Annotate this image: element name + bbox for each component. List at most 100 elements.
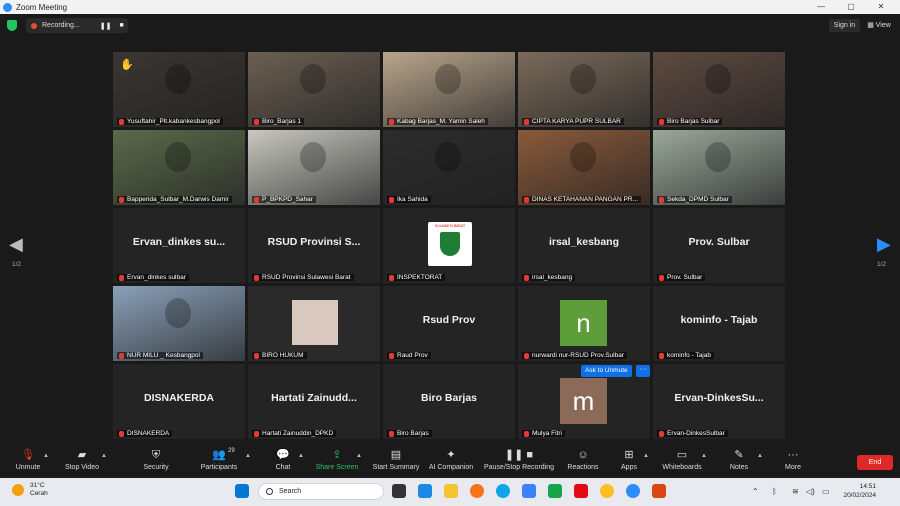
participant-video	[248, 286, 380, 361]
whiteboards-caret-icon[interactable]: ▲	[701, 453, 707, 459]
more-button[interactable]: ··· More	[780, 448, 806, 478]
participants-button[interactable]: 👥 Participants	[196, 448, 242, 478]
taskbar-clock[interactable]: 14:51 20/02/2024	[836, 482, 876, 500]
windows-start-icon[interactable]	[235, 484, 249, 498]
sign-in-button[interactable]: Sign in	[829, 19, 860, 32]
ask-to-unmute-button[interactable]: Ask to Unmute	[581, 365, 632, 377]
end-meeting-button[interactable]: End	[857, 455, 893, 470]
participant-tile[interactable]: Sekda_DPMD Sulbar	[653, 130, 785, 205]
pause-stop-recording-button[interactable]: ❚❚ ■ Pause/Stop Recording	[482, 448, 556, 478]
unmute-button[interactable]: 🎙 Unmute	[10, 448, 46, 478]
apps-caret-icon[interactable]: ▲	[643, 453, 649, 459]
participant-tile[interactable]: Biro Barjas Sulbar	[653, 52, 785, 127]
participant-display-name: Hartati Zainudd...	[271, 392, 357, 404]
participant-tile[interactable]: P_BPKPD_Sahar	[248, 130, 380, 205]
security-button[interactable]: ⛨ Security	[138, 448, 174, 478]
ai-companion-button[interactable]: ✦ AI Companion	[427, 448, 475, 478]
participant-name: Mulya Fitri	[532, 430, 562, 437]
chat-caret-icon[interactable]: ▲	[298, 453, 304, 459]
participant-tile[interactable]: Kabag Barjas_M. Yamin Saleh	[383, 52, 515, 127]
whiteboards-button[interactable]: ▭ Whiteboards	[660, 448, 704, 478]
participant-tile[interactable]: Ervan-DinkesSu... Ervan-DinkesSulbar	[653, 364, 785, 439]
participant-name-label: DISNAKERDA	[117, 430, 173, 437]
participant-tile[interactable]: CIPTA KARYA PUPR SULBAR	[518, 52, 650, 127]
view-button[interactable]: ▦ View	[864, 19, 894, 32]
maximize-button[interactable]: ▢	[836, 0, 866, 14]
more-label: More	[785, 464, 801, 471]
participant-tile[interactable]: RSUD Provinsi S... RSUD Provinsi Sulawesi…	[248, 208, 380, 283]
next-page-arrow-icon[interactable]: ▶	[877, 234, 891, 255]
participant-name-label: irsal_kesbang	[522, 274, 576, 281]
participant-tile[interactable]: Hartati Zainudd... Hartati Zainuddin_DPKD	[248, 364, 380, 439]
chrome-icon[interactable]	[600, 484, 614, 498]
close-window-button[interactable]: ✕	[866, 0, 896, 14]
prev-page-arrow-icon[interactable]: ◀	[9, 234, 23, 255]
participant-name-label: CIPTA KARYA PUPR SULBAR	[522, 118, 624, 125]
participant-video	[383, 130, 515, 205]
recording-indicator: Recording... ❚❚ ■	[26, 18, 128, 33]
battery-icon[interactable]: ▭	[822, 487, 830, 496]
muted-mic-icon	[524, 352, 529, 359]
stop-recording-icon[interactable]: ■	[119, 22, 123, 29]
share-screen-button[interactable]: ⇪ Share Screen	[314, 448, 360, 478]
participant-tile[interactable]: irsal_kesbang irsal_kesbang	[518, 208, 650, 283]
teams-icon[interactable]	[418, 484, 432, 498]
notes-caret-icon[interactable]: ▲	[757, 453, 763, 459]
pause-recording-icon[interactable]: ❚❚	[100, 22, 112, 30]
participant-tile[interactable]: NUR MILU _ Kesbangpol	[113, 286, 245, 361]
participants-caret-icon[interactable]: ▲	[245, 453, 251, 459]
participant-name: Kabag Barjas_M. Yamin Saleh	[397, 118, 485, 125]
audio-options-caret-icon[interactable]: ▲	[43, 453, 49, 459]
participant-video	[518, 52, 650, 127]
task-view-icon[interactable]	[392, 484, 406, 498]
participant-name: Bapperida_Sulbar_M.Darwis Damir	[127, 196, 229, 203]
participant-tile[interactable]: ✋ Yusuftahir_Plt.kabankesbangpol	[113, 52, 245, 127]
apps-button[interactable]: ⊞ Apps	[617, 448, 641, 478]
participant-tile[interactable]: Ervan_dinkes su... Ervan_dinkes sulbar	[113, 208, 245, 283]
participant-tile[interactable]: DINAS KETAHANAN PANGAN PR...	[518, 130, 650, 205]
participant-tile[interactable]: Ika Sahida	[383, 130, 515, 205]
participant-tile[interactable]: Bapperida_Sulbar_M.Darwis Damir	[113, 130, 245, 205]
chat-button[interactable]: 💬 Chat	[270, 448, 296, 478]
video-options-caret-icon[interactable]: ▲	[101, 453, 107, 459]
share-caret-icon[interactable]: ▲	[356, 453, 362, 459]
start-summary-button[interactable]: ▤ Start Summary	[370, 448, 422, 478]
weather-widget[interactable]: 31°C Cerah	[12, 482, 48, 498]
participant-tile[interactable]: Biro_Barjas 1	[248, 52, 380, 127]
participant-tile[interactable]: BIRO HUKUM	[248, 286, 380, 361]
reactions-button[interactable]: ☺ Reactions	[565, 448, 601, 478]
minimize-button[interactable]: —	[806, 0, 836, 14]
participant-name-label: P_BPKPD_Sahar	[252, 196, 316, 203]
security-shield-icon[interactable]	[7, 20, 17, 31]
clock-date: 20/02/2024	[843, 492, 876, 499]
powerpoint-icon[interactable]	[652, 484, 666, 498]
bluetooth-icon[interactable]: ᛒ	[772, 487, 777, 496]
edge-icon[interactable]	[496, 484, 510, 498]
person-silhouette	[705, 64, 731, 94]
muted-mic-icon	[524, 196, 529, 203]
firefox-icon[interactable]	[470, 484, 484, 498]
participant-tile[interactable]: Prov. Sulbar Prov. Sulbar	[653, 208, 785, 283]
participant-tile[interactable]: kominfo - Tajab kominfo - Tajab	[653, 286, 785, 361]
notes-button[interactable]: ✎ Notes	[727, 448, 751, 478]
netflix-icon[interactable]	[574, 484, 588, 498]
participant-tile[interactable]: n nurwardi nur-RSUD Prov.Sulbar	[518, 286, 650, 361]
volume-icon[interactable]: ◁)	[806, 487, 815, 496]
emblem-shape	[440, 232, 460, 256]
participant-tile[interactable]: SULAWESI BARAT INSPEKTORAT	[383, 208, 515, 283]
search-icon	[266, 488, 273, 495]
wifi-icon[interactable]: ≋	[792, 487, 799, 496]
participant-tile[interactable]: Rsud Prov Raud Prov	[383, 286, 515, 361]
muted-mic-icon	[659, 352, 664, 359]
zoom-taskbar-icon[interactable]	[626, 484, 640, 498]
muted-mic-icon	[254, 430, 259, 437]
participant-more-button[interactable]: ···	[636, 365, 650, 377]
file-explorer-icon[interactable]	[444, 484, 458, 498]
tray-overflow-icon[interactable]: ⌃	[752, 487, 759, 496]
taskbar-search-box[interactable]: Search	[258, 483, 384, 500]
participant-tile[interactable]: Biro Barjas Biro Barjas	[383, 364, 515, 439]
stop-video-button[interactable]: ▰ Stop Video	[60, 448, 104, 478]
participant-tile[interactable]: DISNAKERDA DISNAKERDA	[113, 364, 245, 439]
store-icon[interactable]	[522, 484, 536, 498]
xbox-icon[interactable]	[548, 484, 562, 498]
